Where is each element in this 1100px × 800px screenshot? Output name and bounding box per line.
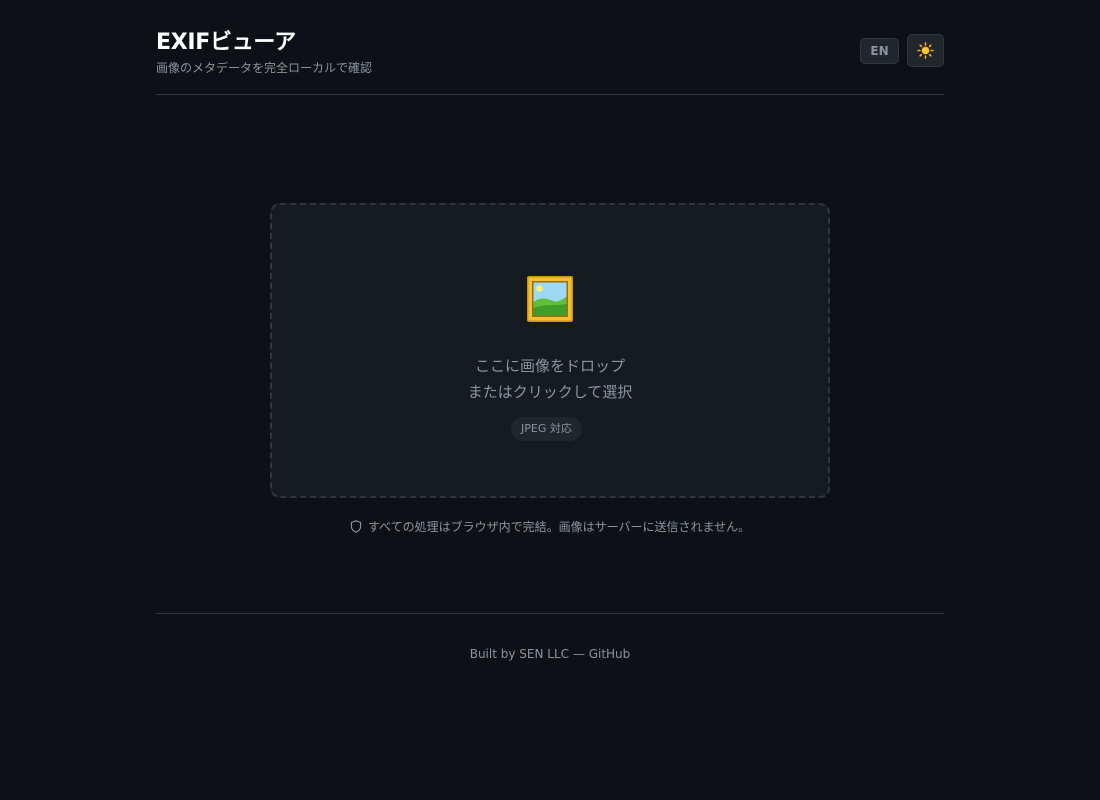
footer: Built by SEN LLC — GitHub xyxy=(0,647,1100,661)
footer-credit: Built by SEN LLC xyxy=(469,647,570,661)
theme-toggle-button[interactable] xyxy=(907,34,944,67)
privacy-note: すべての処理はブラウザ内で完結。画像はサーバーに送信されません。 xyxy=(0,518,1100,535)
app-page: EXIFビューア 画像のメタデータを完全ローカルで確認 EN ここに画像をドロッ… xyxy=(0,0,1100,800)
format-badge: JPEG 対応 xyxy=(511,417,582,441)
github-link[interactable]: GitHub xyxy=(589,647,631,661)
framed-picture-icon xyxy=(527,276,573,322)
footer-separator: — xyxy=(572,647,585,661)
language-toggle-button[interactable]: EN xyxy=(860,37,899,64)
sun-icon xyxy=(917,42,934,59)
header-divider xyxy=(156,94,944,95)
footer-divider xyxy=(156,613,944,614)
dropzone-secondary-text: またはクリックして選択 xyxy=(467,383,633,401)
dropzone-primary-text: ここに画像をドロップ xyxy=(474,357,625,375)
app-header: EXIFビューア 画像のメタデータを完全ローカルで確認 EN xyxy=(156,22,944,94)
shield-icon xyxy=(350,520,362,533)
image-dropzone[interactable]: ここに画像をドロップ またはクリックして選択 JPEG 対応 xyxy=(270,203,830,498)
app-title: EXIFビューア xyxy=(156,30,296,55)
app-subtitle: 画像のメタデータを完全ローカルで確認 xyxy=(156,61,373,75)
header-actions: EN xyxy=(860,34,944,67)
privacy-text: すべての処理はブラウザ内で完結。画像はサーバーに送信されません。 xyxy=(367,520,751,534)
